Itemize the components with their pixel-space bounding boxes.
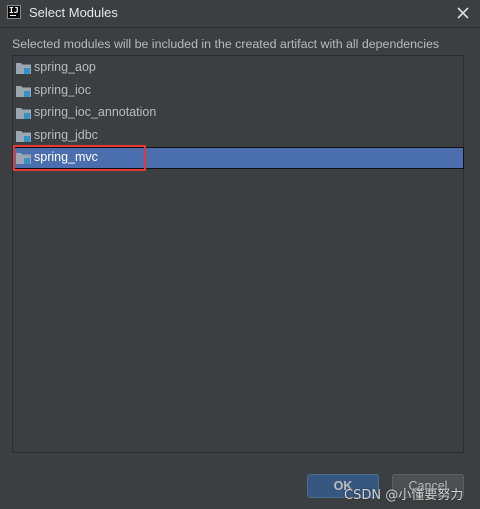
module-label: spring_ioc <box>34 83 91 97</box>
window-title: Select Modules <box>29 5 118 20</box>
module-item-spring-mvc[interactable]: spring_mvc <box>13 147 464 169</box>
watermark: CSDN @小懂要努力 <box>344 488 464 503</box>
intellij-icon: IJ <box>7 5 21 19</box>
module-folder-icon <box>16 153 31 164</box>
module-label: spring_mvc <box>34 150 98 164</box>
module-item-spring-aop[interactable]: spring_aop <box>13 57 463 79</box>
module-label: spring_ioc_annotation <box>34 105 157 119</box>
module-folder-icon <box>16 131 31 142</box>
title-bar: IJ Select Modules <box>0 0 480 28</box>
module-label: spring_jdbc <box>34 128 98 142</box>
module-item-spring-ioc[interactable]: spring_ioc <box>13 80 463 102</box>
close-icon <box>457 7 469 19</box>
close-button[interactable] <box>454 4 472 22</box>
module-list[interactable]: spring_aop spring_ioc spring_ioc_annotat… <box>12 55 464 453</box>
module-item-spring-jdbc[interactable]: spring_jdbc <box>13 125 463 147</box>
module-item-spring-ioc-annotation[interactable]: spring_ioc_annotation <box>13 102 463 124</box>
module-folder-icon <box>16 63 31 74</box>
module-folder-icon <box>16 108 31 119</box>
module-label: spring_aop <box>34 60 96 74</box>
module-folder-icon <box>16 86 31 97</box>
dialog-hint: Selected modules will be included in the… <box>12 37 440 51</box>
